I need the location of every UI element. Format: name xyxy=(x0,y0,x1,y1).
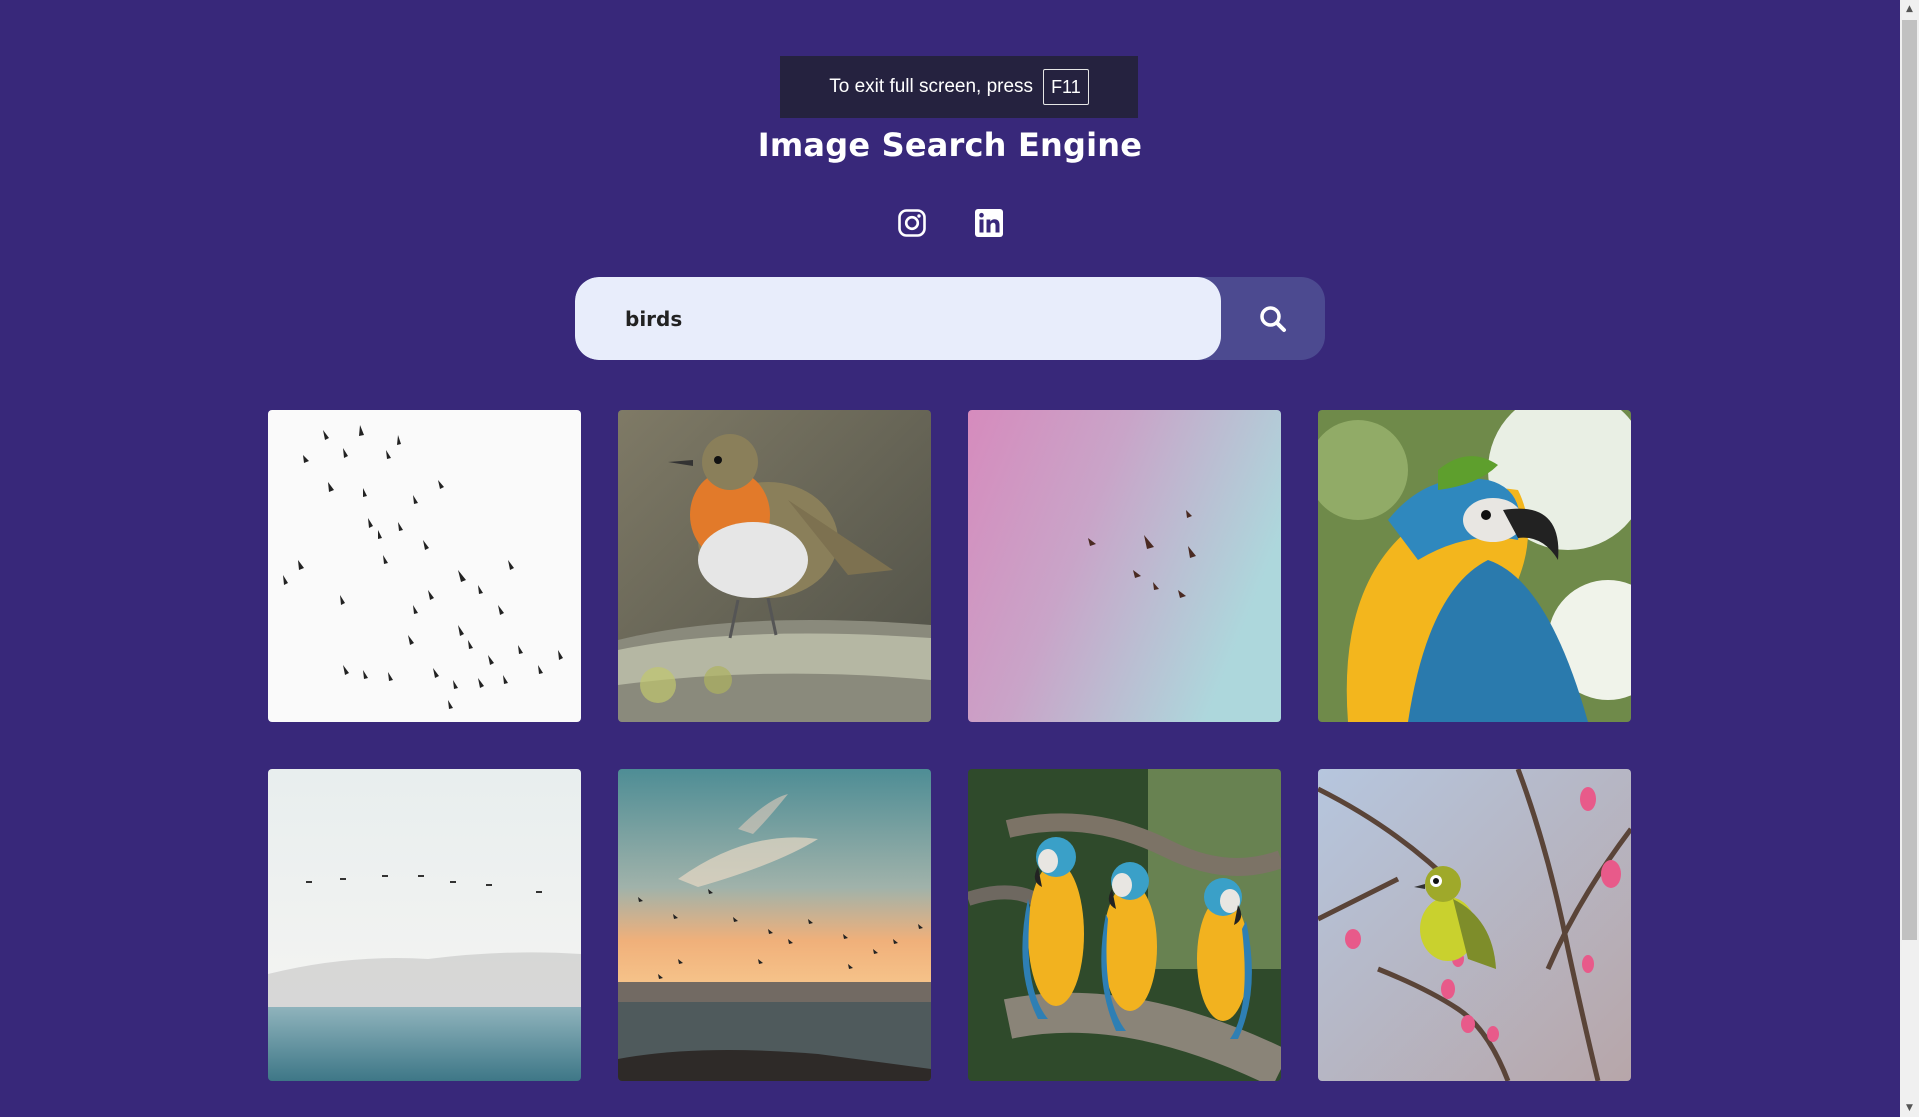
results-grid xyxy=(268,410,1631,1081)
blossom-bird-image xyxy=(1318,769,1631,1081)
robin-image xyxy=(618,410,931,722)
scrollbar-thumb[interactable] xyxy=(1902,20,1917,940)
fullscreen-notice-text: To exit full screen, press xyxy=(829,76,1034,97)
vertical-scrollbar[interactable]: ▲ ▼ xyxy=(1900,0,1919,1117)
sky-birds-image xyxy=(968,410,1281,722)
search-icon xyxy=(1260,305,1286,332)
scroll-up-icon[interactable]: ▲ xyxy=(1900,0,1919,18)
macaw-image xyxy=(1318,410,1631,722)
search-input[interactable] xyxy=(575,277,1221,360)
linkedin-icon xyxy=(974,209,1003,237)
sunset-sea-image xyxy=(618,769,931,1081)
fullscreen-notice: To exit full screen, press F11 xyxy=(780,56,1138,118)
result-image[interactable] xyxy=(268,410,581,722)
instagram-link[interactable] xyxy=(897,208,927,238)
result-image[interactable] xyxy=(618,410,931,722)
flock-image xyxy=(268,410,581,722)
result-image[interactable] xyxy=(1318,769,1631,1081)
result-image[interactable] xyxy=(618,769,931,1081)
social-links xyxy=(0,208,1900,238)
sea-birds-image xyxy=(268,769,581,1081)
scroll-down-icon[interactable]: ▼ xyxy=(1900,1099,1919,1117)
result-image[interactable] xyxy=(268,769,581,1081)
search-button[interactable] xyxy=(1221,277,1325,360)
result-image[interactable] xyxy=(968,769,1281,1081)
linkedin-link[interactable] xyxy=(974,208,1004,238)
instagram-icon xyxy=(897,209,926,237)
result-image[interactable] xyxy=(1318,410,1631,722)
three-macaws-image xyxy=(968,769,1281,1081)
search-bar xyxy=(575,277,1325,360)
page-title: Image Search Engine xyxy=(757,126,1143,164)
fullscreen-key-badge: F11 xyxy=(1043,69,1089,105)
result-image[interactable] xyxy=(968,410,1281,722)
page: To exit full screen, press F11 Image Sea… xyxy=(0,0,1900,1117)
